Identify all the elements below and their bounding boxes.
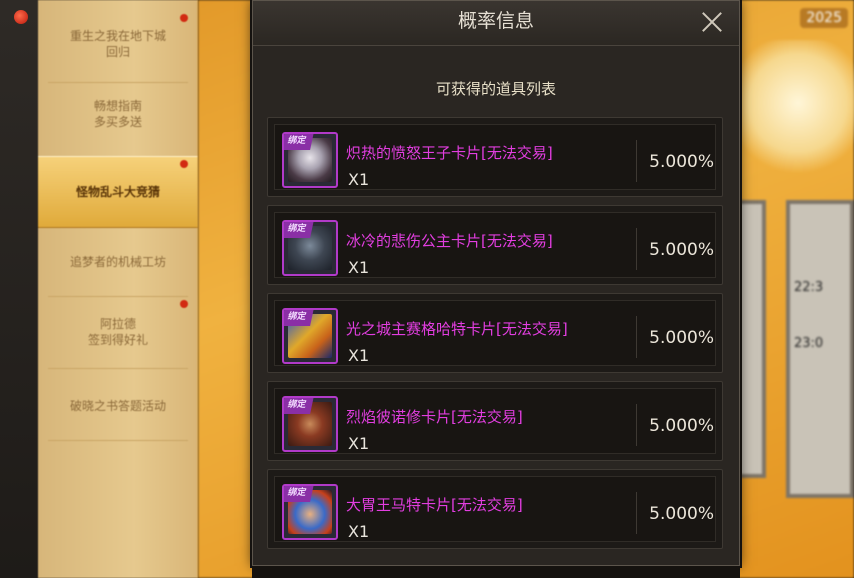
item-list-heading: 可获得的道具列表 [435, 80, 556, 98]
probability-info-dialog: 概率信息 可获得的道具列表 绑定 炽热的愤怒王子卡片[无法交易] X1 5.00… [252, 0, 740, 566]
dialog-title: 概率信息 [457, 10, 534, 32]
side-item-label: 阿拉德 签到得好礼 [87, 317, 148, 347]
divider [636, 404, 637, 446]
angry-prince-card-icon[interactable]: 绑定 [282, 132, 338, 188]
list-item[interactable]: 绑定 炽热的愤怒王子卡片[无法交易] X1 5.000% [267, 117, 723, 197]
item-quantity: X1 [348, 346, 370, 365]
side-item-label: 追梦者的机械工坊 [69, 255, 166, 269]
divider [636, 228, 637, 270]
item-quantity: X1 [348, 522, 370, 541]
bound-badge: 绑定 [284, 222, 314, 238]
divider [48, 440, 188, 441]
side-item-monster-brawl[interactable]: 怪物乱斗大竞猜 [38, 156, 198, 228]
left-rail [0, 0, 38, 578]
item-probability: 5.000% [649, 416, 714, 436]
divider [48, 296, 188, 297]
side-item-guide[interactable]: 畅想指南 多买多送 [38, 98, 198, 130]
item-name: 大胃王马特卡片[无法交易] [346, 496, 523, 514]
year-tag: 2025 [800, 8, 848, 28]
bound-badge: 绑定 [284, 134, 314, 150]
side-item-workshop[interactable]: 追梦者的机械工坊 [38, 254, 198, 270]
item-quantity: X1 [348, 258, 370, 277]
red-dot-icon [180, 160, 188, 168]
event-side-menu: 重生之我在地下城 回归 畅想指南 多买多送 怪物乱斗大竞猜 追梦者的机械工坊 阿… [38, 0, 198, 578]
item-probability: 5.000% [649, 328, 714, 348]
divider [636, 492, 637, 534]
bound-badge: 绑定 [284, 398, 314, 414]
item-name: 光之城主赛格哈特卡片[无法交易] [346, 320, 568, 338]
list-item[interactable]: 绑定 光之城主赛格哈特卡片[无法交易] X1 5.000% [267, 293, 723, 373]
divider [48, 82, 188, 83]
side-item-signin[interactable]: 阿拉德 签到得好礼 [38, 316, 198, 348]
event-banner-art [738, 40, 854, 180]
time-label: 22:3 [794, 280, 824, 295]
item-probability: 5.000% [649, 240, 714, 260]
dialog-header: 概率信息 [253, 1, 739, 46]
bound-badge: 绑定 [284, 486, 314, 502]
red-dot-icon [180, 300, 188, 308]
side-item-label: 畅想指南 多买多送 [93, 99, 142, 129]
sad-princess-card-icon[interactable]: 绑定 [282, 220, 338, 276]
divider [636, 140, 637, 182]
divider [48, 368, 188, 369]
dialog-bottom-edge [252, 566, 740, 578]
seghart-card-icon[interactable]: 绑定 [282, 308, 338, 364]
list-item[interactable]: 绑定 大胃王马特卡片[无法交易] X1 5.000% [267, 469, 723, 549]
red-dot-icon [180, 14, 188, 22]
divider [636, 316, 637, 358]
matt-card-icon[interactable]: 绑定 [282, 484, 338, 540]
side-item-label: 破晓之书答题活动 [69, 399, 166, 413]
close-icon[interactable] [697, 7, 727, 37]
item-name: 炽热的愤怒王子卡片[无法交易] [346, 144, 553, 162]
side-item-quiz[interactable]: 破晓之书答题活动 [38, 398, 198, 414]
side-item-rebirth[interactable]: 重生之我在地下城 回归 [38, 28, 198, 60]
item-probability: 5.000% [649, 504, 714, 524]
side-item-label: 怪物乱斗大竞猜 [75, 185, 160, 199]
time-label: 23:0 [794, 336, 824, 351]
bound-badge: 绑定 [284, 310, 314, 326]
list-item[interactable]: 绑定 烈焰彼诺修卡片[无法交易] X1 5.000% [267, 381, 723, 461]
item-name: 烈焰彼诺修卡片[无法交易] [346, 408, 523, 426]
item-quantity: X1 [348, 434, 370, 453]
item-quantity: X1 [348, 170, 370, 189]
item-name: 冰冷的悲伤公主卡片[无法交易] [346, 232, 553, 250]
item-probability: 5.000% [649, 152, 714, 172]
pinosh-card-icon[interactable]: 绑定 [282, 396, 338, 452]
list-item[interactable]: 绑定 冰冷的悲伤公主卡片[无法交易] X1 5.000% [267, 205, 723, 285]
side-item-label: 重生之我在地下城 回归 [69, 29, 166, 59]
notification-dot [14, 10, 28, 24]
